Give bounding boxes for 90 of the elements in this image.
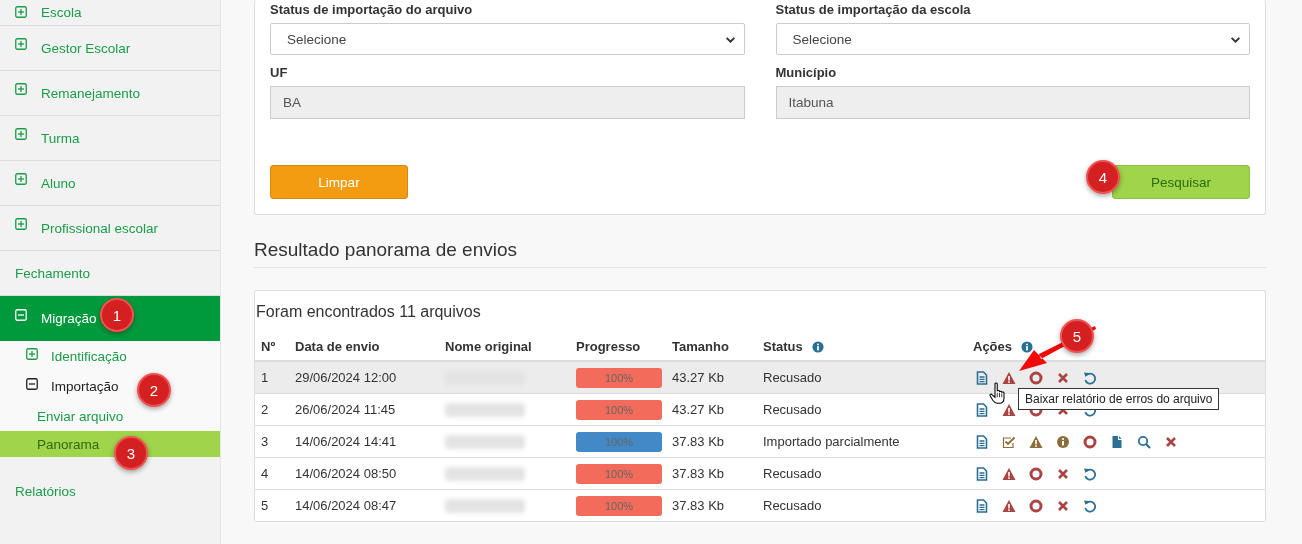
remove-icon[interactable] bbox=[1164, 434, 1178, 449]
sidebar-item[interactable]: Turma bbox=[0, 116, 220, 161]
table-cell: 3 bbox=[255, 425, 291, 458]
progress-label: 100% bbox=[604, 435, 634, 448]
status-select[interactable]: Selecione bbox=[775, 23, 1250, 55]
search-icon[interactable] bbox=[1137, 434, 1151, 449]
table-cell: 1 bbox=[255, 361, 291, 394]
remove-icon[interactable] bbox=[1056, 498, 1070, 513]
table-cell: 2 bbox=[255, 393, 291, 426]
document-icon[interactable] bbox=[975, 370, 989, 385]
column-header: Progresso bbox=[576, 339, 641, 354]
column-header: Ações bbox=[973, 339, 1013, 354]
warning-icon[interactable] bbox=[1002, 370, 1016, 385]
table-cell: 14/06/2024 08:47 bbox=[291, 489, 441, 522]
results-summary: Foram encontrados 11 arquivos bbox=[255, 302, 482, 321]
expand-icon bbox=[15, 83, 27, 95]
table-cell: 14/06/2024 14:41 bbox=[291, 425, 441, 458]
expand-icon bbox=[26, 348, 38, 360]
field-label: Município bbox=[775, 65, 838, 80]
info-icon[interactable] bbox=[1021, 340, 1034, 353]
column-header: Status bbox=[763, 339, 803, 354]
stop-circle-icon[interactable] bbox=[1029, 370, 1043, 385]
table-cell: 43.27 Kb bbox=[668, 393, 759, 426]
warning-icon[interactable] bbox=[1029, 434, 1043, 449]
sidebar-item[interactable]: Relatórios bbox=[0, 469, 220, 514]
stop-circle-icon[interactable] bbox=[1029, 466, 1043, 481]
sidebar-item[interactable]: Profissional escolar bbox=[0, 206, 220, 251]
expand-icon bbox=[15, 173, 27, 185]
expand-icon bbox=[15, 218, 27, 230]
readonly-field[interactable]: Itabuna bbox=[775, 86, 1250, 119]
undo-icon[interactable] bbox=[1083, 370, 1097, 385]
warning-icon[interactable] bbox=[1002, 402, 1016, 417]
remove-icon[interactable] bbox=[1056, 466, 1070, 481]
document-icon[interactable] bbox=[975, 466, 989, 481]
file-icon[interactable] bbox=[1110, 434, 1124, 449]
undo-icon[interactable] bbox=[1083, 466, 1097, 481]
table-cell: Recusado bbox=[759, 489, 969, 522]
sidebar-item[interactable]: Enviar arquivo bbox=[0, 401, 220, 431]
warning-icon[interactable] bbox=[1002, 466, 1016, 481]
table-cell: 5 bbox=[255, 489, 291, 522]
field-label: Status de importação do arquivo bbox=[270, 2, 474, 17]
sidebar-item[interactable]: Identificação bbox=[0, 341, 220, 371]
table-cell: 14/06/2024 08:50 bbox=[291, 457, 441, 490]
tooltip: Baixar relatório de erros do arquivo bbox=[1018, 388, 1220, 410]
table-cell: 37.83 Kb bbox=[668, 489, 759, 522]
collapse-icon bbox=[26, 378, 38, 390]
undo-icon[interactable] bbox=[1083, 498, 1097, 513]
expand-icon bbox=[15, 128, 27, 140]
stop-circle-icon[interactable] bbox=[1029, 498, 1043, 513]
table-cell: Recusado bbox=[759, 393, 969, 426]
checkbox-icon[interactable] bbox=[1002, 434, 1016, 449]
progress-label: 100% bbox=[604, 403, 634, 416]
sidebar-item[interactable]: Aluno bbox=[0, 161, 220, 206]
sidebar-item[interactable]: Remanejamento bbox=[0, 71, 220, 116]
sidebar-item[interactable]: Gestor Escolar bbox=[0, 26, 220, 71]
stop-circle-icon[interactable] bbox=[1083, 434, 1097, 449]
sidebar-item[interactable]: Escola bbox=[0, 0, 220, 26]
column-header: Nº bbox=[261, 339, 276, 354]
document-icon[interactable] bbox=[975, 498, 989, 513]
table-cell: 4 bbox=[255, 457, 291, 490]
collapse-icon bbox=[15, 308, 27, 321]
document-icon[interactable] bbox=[975, 434, 989, 449]
table-cell: 37.83 Kb bbox=[668, 457, 759, 490]
column-header: Data de envio bbox=[295, 339, 380, 354]
search-button[interactable]: Pesquisar bbox=[1112, 165, 1250, 199]
table-cell: 29/06/2024 12:00 bbox=[291, 361, 441, 394]
info-icon[interactable] bbox=[1056, 434, 1070, 449]
table-cell: Recusado bbox=[759, 457, 969, 490]
status-select[interactable]: Selecione bbox=[270, 23, 745, 55]
section-title: Resultado panorama de envios bbox=[254, 239, 1266, 268]
clear-button[interactable]: Limpar bbox=[270, 165, 408, 199]
info-icon[interactable] bbox=[811, 340, 824, 353]
table-cell: Recusado bbox=[759, 361, 969, 394]
table-cell: 26/06/2024 11:45 bbox=[291, 393, 441, 426]
progress-label: 100% bbox=[604, 467, 634, 480]
table-cell: 43.27 Kb bbox=[668, 361, 759, 394]
table-cell: Importado parcialmente bbox=[759, 425, 969, 458]
expand-icon bbox=[15, 38, 27, 50]
field-label: Status de importação da escola bbox=[775, 2, 972, 17]
column-header: Nome original bbox=[445, 339, 532, 354]
remove-icon[interactable] bbox=[1056, 370, 1070, 385]
progress-label: 100% bbox=[604, 371, 634, 384]
column-header: Tamanho bbox=[672, 339, 729, 354]
table-cell: 37.83 Kb bbox=[668, 425, 759, 458]
document-icon[interactable] bbox=[975, 402, 989, 417]
expand-icon bbox=[15, 5, 27, 18]
readonly-field[interactable]: BA bbox=[270, 86, 745, 119]
field-label: UF bbox=[270, 65, 289, 80]
warning-icon[interactable] bbox=[1002, 498, 1016, 513]
progress-label: 100% bbox=[604, 499, 634, 512]
